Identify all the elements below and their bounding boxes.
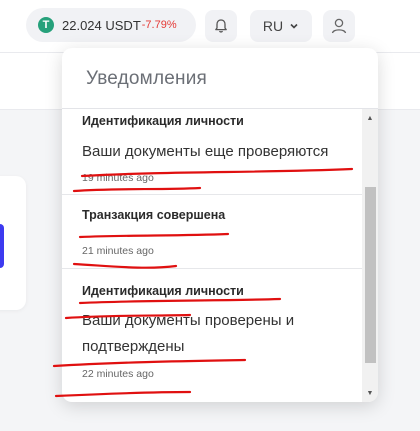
balance-change: -7.79% [141,19,177,31]
user-account-button[interactable] [323,10,355,42]
notifications-dropdown: Уведомления Идентификация личности Ваши … [62,48,378,402]
tether-icon: T [38,17,54,33]
notifications-title: Уведомления [86,68,207,89]
notification-heading: Идентификация личности [82,114,244,128]
notification-item[interactable]: Транзакция совершена 21 minutes ago [62,195,362,269]
notification-time: 22 minutes ago [82,368,154,380]
scrollbar-thumb[interactable] [365,187,376,363]
balance-amount: 22.024 USDT [62,17,141,33]
notifications-button[interactable] [205,10,237,42]
bell-icon [215,19,227,33]
notification-item[interactable]: Идентификация личности Ваши документы пр… [62,269,362,402]
notifications-list: Идентификация личности Ваши документы ещ… [62,109,362,402]
language-label: RU [262,18,284,34]
scroll-down-arrow-icon[interactable]: ▼ [362,386,378,400]
notification-body: Ваши документы еще проверяются [82,143,329,160]
scrollbar[interactable]: ▲ ▼ [362,109,378,402]
notification-time: 21 minutes ago [82,245,154,257]
notification-item[interactable]: Идентификация личности Ваши документы ещ… [62,109,362,195]
scroll-up-arrow-icon[interactable]: ▲ [362,111,378,125]
notification-heading: Транзакция совершена [82,208,226,222]
notification-heading: Идентификация личности [82,284,244,298]
notification-time: 19 minutes ago [82,172,154,184]
language-selector[interactable]: RU [250,10,312,42]
notification-body: Ваши документы проверены и подтверждены [82,312,295,355]
background-accent-block [0,224,4,268]
user-icon [331,18,347,34]
chevron-down-icon [290,23,298,29]
balance-widget[interactable]: T 22.024 USDT -7.79% [26,8,196,42]
